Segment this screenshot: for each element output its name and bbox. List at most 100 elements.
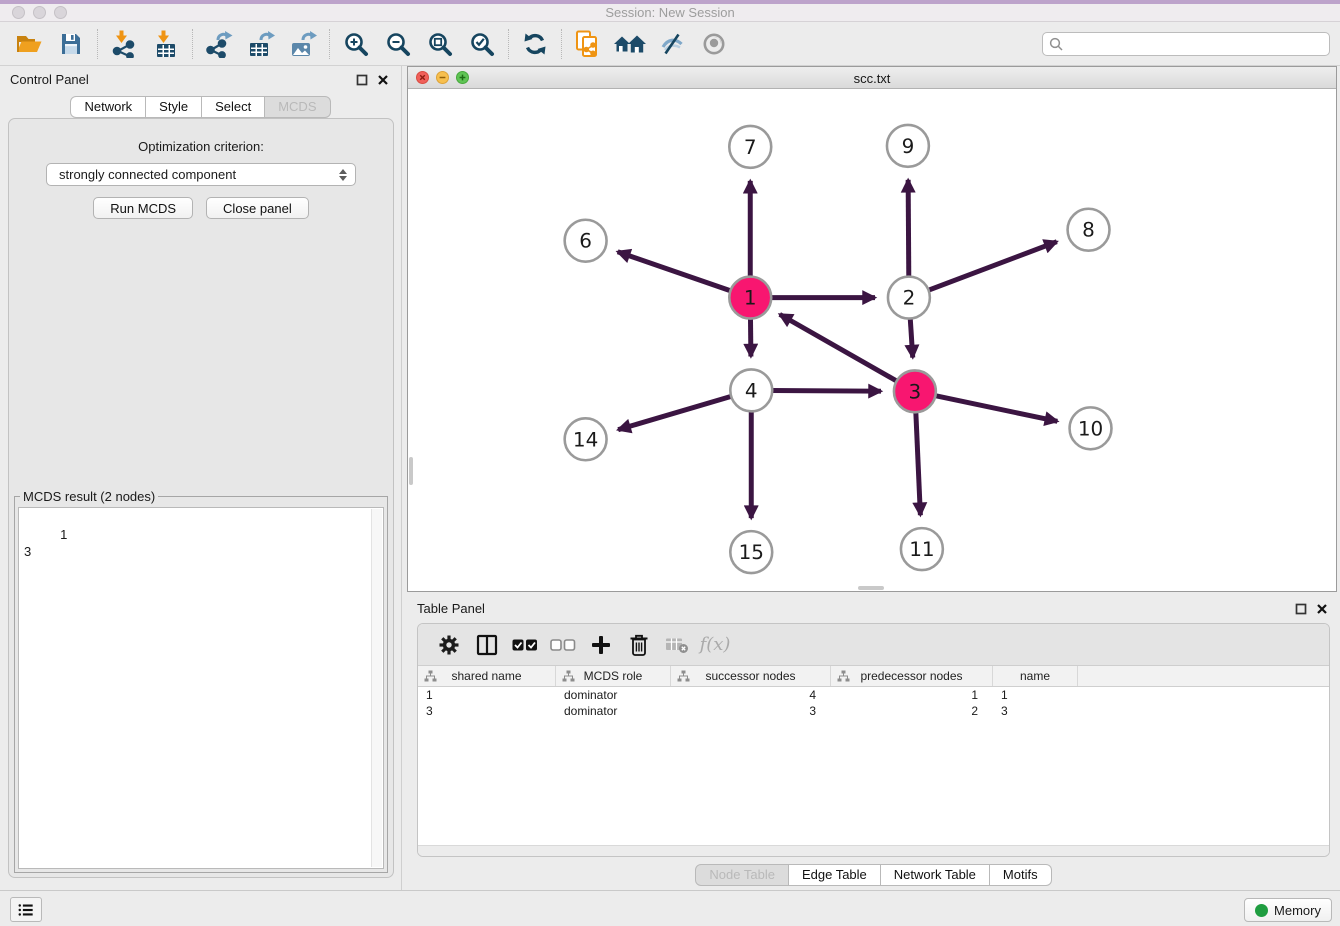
graph-edge-3-10[interactable] [935, 396, 1057, 422]
graph-edge-3-1[interactable] [780, 314, 897, 381]
graph-node-7[interactable]: 7 [729, 126, 771, 168]
graph-node-2[interactable]: 2 [888, 277, 930, 319]
graph-node-14[interactable]: 14 [565, 418, 607, 460]
show-columns-button[interactable] [468, 628, 506, 662]
graph-edge-3-11[interactable] [916, 412, 921, 515]
delete-table-button[interactable] [658, 628, 696, 662]
memory-button[interactable]: Memory [1244, 898, 1332, 922]
tab-network[interactable]: Network [70, 96, 146, 118]
zoom-out-button[interactable] [377, 26, 419, 62]
mcds-result-text[interactable]: 1 3 [18, 507, 384, 869]
network-canvas[interactable]: 1 2 3 4 6 7 8 9 10 11 14 15 [408, 89, 1336, 591]
network-hscroll-stub[interactable] [858, 586, 884, 590]
export-table-button[interactable] [240, 26, 282, 62]
table-row[interactable]: 3dominator323 [418, 703, 1329, 719]
tab-style[interactable]: Style [146, 96, 202, 118]
dropdown-stepper-icon [339, 169, 347, 181]
memory-status-icon [1255, 904, 1268, 917]
fx-icon: f(x) [700, 634, 731, 655]
table-toolbar: f(x) [418, 624, 1329, 666]
trash-icon [629, 633, 649, 657]
select-all-button[interactable] [506, 628, 544, 662]
open-session-button[interactable] [8, 26, 50, 62]
column-header-name[interactable]: name [993, 666, 1078, 686]
graph-edge-4-3[interactable] [772, 391, 881, 392]
tab-mcds[interactable]: MCDS [265, 96, 330, 118]
hide-selected-button[interactable] [651, 26, 693, 62]
column-header-predecessor-nodes[interactable]: predecessor nodes [831, 666, 993, 686]
graph-edge-1-6[interactable] [618, 252, 731, 291]
zoom-selected-icon [469, 31, 495, 57]
tab-select[interactable]: Select [202, 96, 265, 118]
zoom-fit-button[interactable] [419, 26, 461, 62]
search-icon [1049, 37, 1063, 51]
svg-text:1: 1 [744, 286, 757, 310]
selected-criterion: strongly connected component [47, 167, 339, 182]
graph-node-3[interactable]: 3 [894, 370, 936, 412]
column-header-shared-name[interactable]: shared name [418, 666, 556, 686]
tab-network-table[interactable]: Network Table [881, 864, 990, 886]
table-panel: Table Panel [407, 595, 1340, 890]
zoom-selected-button[interactable] [461, 26, 503, 62]
graph-edge-2-3[interactable] [910, 319, 912, 358]
show-eye-icon [701, 31, 727, 57]
add-row-button[interactable] [582, 628, 620, 662]
svg-text:15: 15 [739, 540, 764, 564]
graph-node-9[interactable]: 9 [887, 125, 929, 167]
export-network-button[interactable] [198, 26, 240, 62]
graph-node-8[interactable]: 8 [1068, 209, 1110, 251]
graph-node-1[interactable]: 1 [729, 277, 771, 319]
deselect-all-button[interactable] [544, 628, 582, 662]
table-row[interactable]: 1dominator411 [418, 687, 1329, 703]
column-header-MCDS-role[interactable]: MCDS role [556, 666, 671, 686]
run-mcds-button[interactable]: Run MCDS [93, 197, 193, 219]
graph-edge-2-9[interactable] [908, 180, 909, 277]
refresh-view-button[interactable] [514, 26, 556, 62]
graph-node-6[interactable]: 6 [565, 220, 607, 262]
float-panel-icon[interactable] [356, 74, 368, 86]
search-box [1042, 32, 1330, 56]
graph-node-4[interactable]: 4 [730, 369, 772, 411]
new-network-file-icon [575, 30, 601, 58]
import-network-button[interactable] [103, 26, 145, 62]
main-toolbar [0, 22, 1340, 66]
network-vscroll-stub[interactable] [409, 457, 413, 485]
float-table-panel-icon[interactable] [1295, 603, 1307, 615]
close-panel-button[interactable]: Close panel [206, 197, 309, 219]
search-input[interactable] [1067, 36, 1323, 51]
svg-text:9: 9 [902, 134, 915, 158]
tab-edge-table[interactable]: Edge Table [789, 864, 881, 886]
delete-row-button[interactable] [620, 628, 658, 662]
column-header-successor-nodes[interactable]: successor nodes [671, 666, 831, 686]
table-tabs: Node TableEdge TableNetwork TableMotifs [407, 864, 1340, 886]
table-settings-button[interactable] [430, 628, 468, 662]
save-session-button[interactable] [50, 26, 92, 62]
close-panel-icon[interactable] [377, 74, 389, 86]
task-history-button[interactable] [10, 897, 42, 922]
checked-boxes-icon [512, 638, 538, 652]
first-neighbors-button[interactable] [609, 26, 651, 62]
new-network-from-selection-button[interactable] [567, 26, 609, 62]
graph-edge-2-8[interactable] [929, 242, 1057, 290]
tab-motifs[interactable]: Motifs [990, 864, 1052, 886]
tab-node-table[interactable]: Node Table [695, 864, 789, 886]
home-neighbors-icon [613, 32, 647, 56]
show-all-button[interactable] [693, 26, 735, 62]
import-table-button[interactable] [145, 26, 187, 62]
result-scrollbar[interactable] [371, 509, 382, 867]
toolbar-separator [97, 29, 98, 59]
graph-node-11[interactable]: 11 [901, 528, 943, 570]
export-table-icon [247, 30, 275, 58]
svg-text:4: 4 [745, 378, 758, 402]
zoom-in-button[interactable] [335, 26, 377, 62]
optimization-criterion-select[interactable]: strongly connected component [46, 163, 356, 186]
function-builder-button[interactable]: f(x) [696, 628, 734, 662]
graph-node-10[interactable]: 10 [1070, 407, 1112, 449]
memory-label: Memory [1274, 903, 1321, 918]
graph-edge-4-14[interactable] [618, 396, 731, 429]
export-image-button[interactable] [282, 26, 324, 62]
graph-node-15[interactable]: 15 [730, 531, 772, 573]
close-table-panel-icon[interactable] [1316, 603, 1328, 615]
hide-eye-slash-icon [659, 31, 685, 57]
table-hscrollbar[interactable] [418, 845, 1329, 856]
